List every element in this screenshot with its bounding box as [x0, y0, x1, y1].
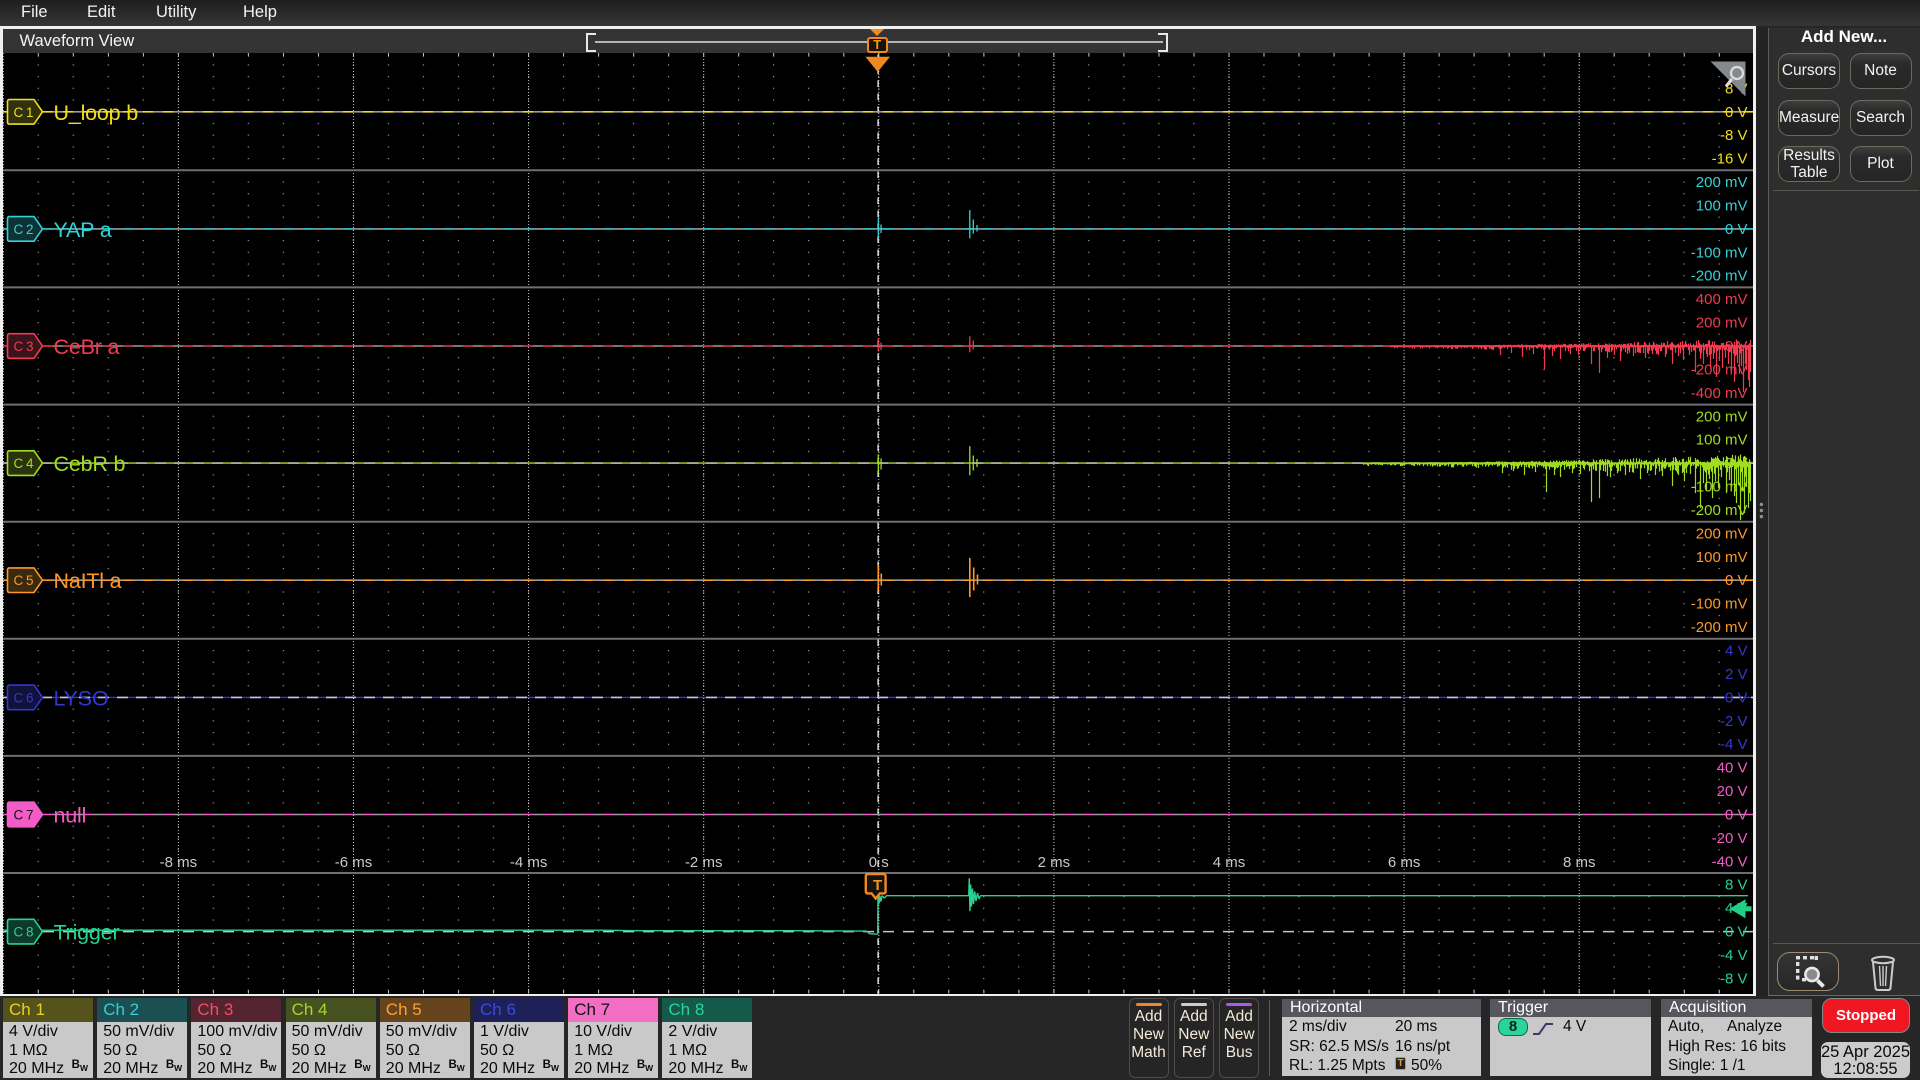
svg-text:U_loop b: U_loop b [53, 100, 138, 124]
svg-text:0 V: 0 V [1724, 103, 1747, 120]
svg-text:100 mV: 100 mV [1695, 431, 1747, 448]
svg-text:C 5: C 5 [13, 573, 33, 588]
svg-text:C 2: C 2 [13, 221, 33, 236]
svg-text:-4 V: -4 V [1719, 947, 1747, 964]
svg-text:6 ms: 6 ms [1387, 854, 1420, 871]
svg-text:4 V: 4 V [1724, 642, 1747, 659]
svg-text:YAP a: YAP a [53, 217, 111, 241]
svg-text:200 mV: 200 mV [1695, 525, 1747, 542]
svg-text:2 V: 2 V [1724, 665, 1747, 682]
svg-text:0 V: 0 V [1724, 806, 1747, 823]
svg-text:200 mV: 200 mV [1695, 408, 1747, 425]
svg-text:-6 ms: -6 ms [334, 854, 372, 871]
svg-text:0 V: 0 V [1724, 572, 1747, 589]
svg-text:100 mV: 100 mV [1695, 197, 1747, 214]
svg-text:LYSO: LYSO [53, 686, 108, 710]
svg-text:-20 V: -20 V [1711, 829, 1747, 846]
svg-text:-200 mV: -200 mV [1690, 267, 1747, 284]
svg-text:8 ms: 8 ms [1562, 854, 1595, 871]
svg-text:40 V: 40 V [1716, 759, 1747, 776]
svg-text:C 4: C 4 [13, 456, 33, 471]
svg-text:2 ms: 2 ms [1037, 854, 1070, 871]
svg-text:0 V: 0 V [1724, 220, 1747, 237]
svg-text:-16 V: -16 V [1711, 150, 1747, 167]
svg-text:20 V: 20 V [1716, 783, 1747, 800]
svg-text:CebR b: CebR b [53, 452, 125, 476]
svg-text:-200 mV: -200 mV [1690, 619, 1747, 636]
svg-text:200 mV: 200 mV [1695, 314, 1747, 331]
svg-text:C 8: C 8 [13, 924, 33, 939]
svg-text:0 V: 0 V [1724, 923, 1747, 940]
svg-text:-2 V: -2 V [1719, 712, 1747, 729]
svg-text:CeBr a: CeBr a [53, 335, 119, 359]
svg-text:-4 V: -4 V [1719, 736, 1747, 753]
svg-text:Trigger: Trigger [53, 920, 119, 944]
svg-text:4 ms: 4 ms [1212, 854, 1245, 871]
svg-text:-8 ms: -8 ms [159, 854, 197, 871]
svg-text:-100 mV: -100 mV [1690, 244, 1747, 261]
svg-text:100 mV: 100 mV [1695, 548, 1747, 565]
svg-text:C 7: C 7 [13, 807, 33, 822]
svg-text:-2 ms: -2 ms [684, 854, 722, 871]
svg-text:8 V: 8 V [1724, 876, 1747, 893]
svg-text:0 s: 0 s [868, 854, 888, 871]
svg-text:C 6: C 6 [13, 690, 33, 705]
svg-text:C 1: C 1 [13, 104, 33, 119]
svg-text:-8 V: -8 V [1719, 970, 1747, 987]
svg-text:-4 ms: -4 ms [509, 854, 547, 871]
svg-text:-100 mV: -100 mV [1690, 595, 1747, 612]
svg-text:400 mV: 400 mV [1695, 291, 1747, 308]
svg-text:200 mV: 200 mV [1695, 174, 1747, 191]
svg-text:-8 V: -8 V [1719, 127, 1747, 144]
svg-text:-400 mV: -400 mV [1690, 384, 1747, 401]
svg-text:T: T [873, 877, 882, 894]
svg-text:NaITl a: NaITl a [53, 569, 121, 593]
svg-text:-200 mV: -200 mV [1690, 502, 1747, 519]
svg-text:0 V: 0 V [1724, 689, 1747, 706]
svg-text:null: null [53, 803, 86, 827]
svg-text:-40 V: -40 V [1711, 853, 1747, 870]
svg-text:C 3: C 3 [13, 339, 33, 354]
